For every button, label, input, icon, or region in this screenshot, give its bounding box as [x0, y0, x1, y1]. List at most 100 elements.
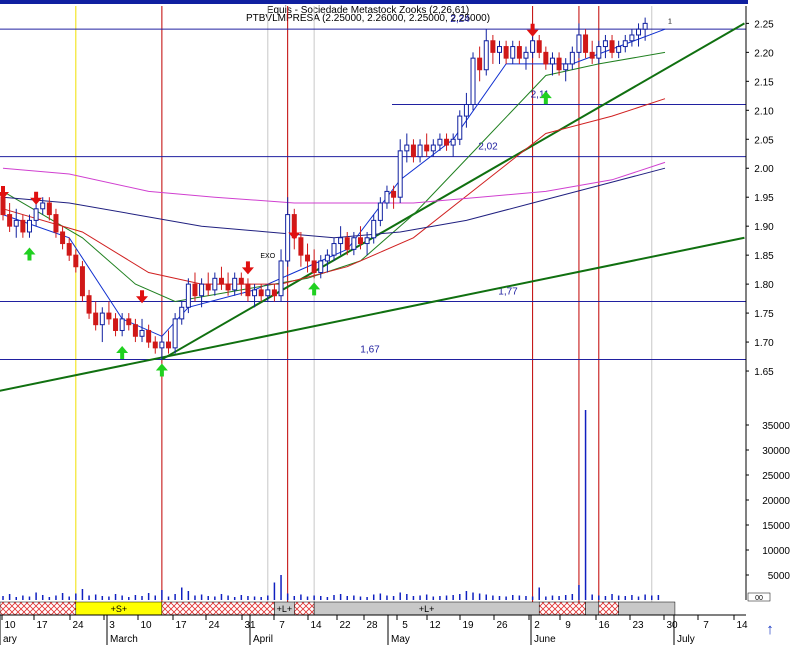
candle-body: [238, 277, 244, 285]
candle-body: [530, 40, 536, 53]
candle-body: [364, 237, 370, 245]
candle-body: [371, 219, 377, 239]
candle-body: [324, 254, 330, 262]
candle-body: [225, 283, 231, 291]
chart-background: [0, 0, 793, 645]
candle-body: [20, 219, 26, 233]
candle-body: [417, 144, 423, 158]
x-tick-label: 14: [736, 620, 748, 631]
price-tick-label: 2.05: [754, 135, 774, 146]
candle-body: [311, 260, 317, 274]
candle-body: [344, 237, 350, 250]
candle-body: [278, 260, 284, 297]
header-band: [0, 0, 748, 4]
x-tick-label: 17: [175, 620, 187, 631]
month-label: March: [110, 634, 138, 645]
candle-body: [79, 266, 85, 297]
x-tick-label: 17: [36, 620, 48, 631]
volume-tick-label: 30000: [762, 446, 790, 457]
candle-body: [205, 283, 211, 291]
x-tick-label: 3: [109, 620, 115, 631]
candle-body: [636, 28, 642, 36]
candle-body: [457, 115, 463, 140]
candle-body: [549, 57, 555, 65]
candle-body: [172, 318, 178, 349]
candle-body: [179, 306, 185, 320]
candle-body: [139, 329, 145, 337]
candle-body: [377, 202, 383, 221]
x-tick-label: 14: [310, 620, 322, 631]
candle-body: [437, 138, 443, 146]
candle-body: [583, 34, 589, 53]
chart-window: Equis - Sociedade Metastock Zooks (2,26,…: [0, 0, 793, 645]
candle-body: [199, 283, 205, 297]
candle-body: [60, 231, 66, 245]
x-tick-label: 22: [339, 620, 351, 631]
candle-body: [536, 40, 542, 53]
candle-body: [523, 51, 529, 59]
x-tick-label: 24: [208, 620, 220, 631]
candle-body: [391, 190, 397, 198]
candle-body: [629, 34, 635, 42]
signal-region-hatched: [0, 601, 77, 616]
price-tick-label: 1.85: [754, 251, 774, 262]
month-label: April: [253, 634, 273, 645]
candle-body: [285, 214, 291, 262]
candle-body: [119, 318, 125, 331]
candle-body: [357, 237, 363, 245]
candle-body: [410, 144, 416, 158]
price-tick-label: 2.15: [754, 77, 774, 88]
x-tick-label: 30: [666, 620, 678, 631]
scroll-up-arrow-icon[interactable]: ↑: [762, 622, 778, 638]
x-tick-label: 16: [598, 620, 610, 631]
x-tick-label: 10: [140, 620, 152, 631]
x-tick-label: 24: [72, 620, 84, 631]
candle-body: [331, 243, 337, 256]
zoom-box-label: 00: [755, 595, 763, 602]
candle-body: [424, 144, 430, 152]
candle-body: [516, 46, 522, 59]
x-tick-label: 5: [402, 620, 408, 631]
signal-region-l: [618, 601, 676, 616]
candle-body: [589, 51, 595, 59]
candle-body: [271, 289, 277, 297]
candle-body: [490, 40, 496, 53]
candle-body: [596, 46, 602, 59]
volume-tick-label: 10000: [762, 546, 790, 557]
candle-body: [93, 312, 99, 326]
signal-region-hatched: [538, 601, 586, 616]
candle-body: [212, 277, 218, 291]
candle-body: [252, 289, 258, 297]
level-label: 1,67: [360, 344, 380, 355]
month-label: ary: [3, 634, 17, 645]
x-tick-label: 2: [534, 620, 540, 631]
candle-body: [503, 46, 509, 59]
candle-body: [384, 190, 390, 204]
candle-body: [159, 341, 165, 349]
signal-label-l: +L+: [419, 604, 435, 614]
candle-body: [232, 277, 238, 291]
candle-body: [185, 283, 191, 308]
signal-region-hatched: [294, 601, 315, 616]
candle-body: [305, 254, 311, 262]
volume-tick-label: 25000: [762, 471, 790, 482]
volume-tick-label: 35000: [762, 421, 790, 432]
candle-body: [576, 34, 582, 53]
marker-label: 1: [668, 18, 672, 25]
month-label: July: [677, 634, 695, 645]
price-tick-label: 1.65: [754, 367, 774, 378]
candle-body: [616, 46, 622, 53]
candle-body: [132, 324, 138, 337]
candle-body: [245, 283, 251, 297]
candle-body: [218, 277, 224, 285]
candle-body: [569, 51, 575, 65]
candle-body: [483, 40, 489, 71]
signal-label-l: +L+: [277, 604, 293, 614]
candle-body: [146, 329, 152, 343]
candle-body: [338, 237, 344, 245]
signal-region-hatched: [598, 601, 619, 616]
price-chart[interactable]: Equis - Sociedade Metastock Zooks (2,26,…: [0, 0, 793, 645]
signal-label-s: +S+: [111, 604, 128, 614]
candle-body: [258, 289, 264, 297]
volume-tick-label: 20000: [762, 496, 790, 507]
